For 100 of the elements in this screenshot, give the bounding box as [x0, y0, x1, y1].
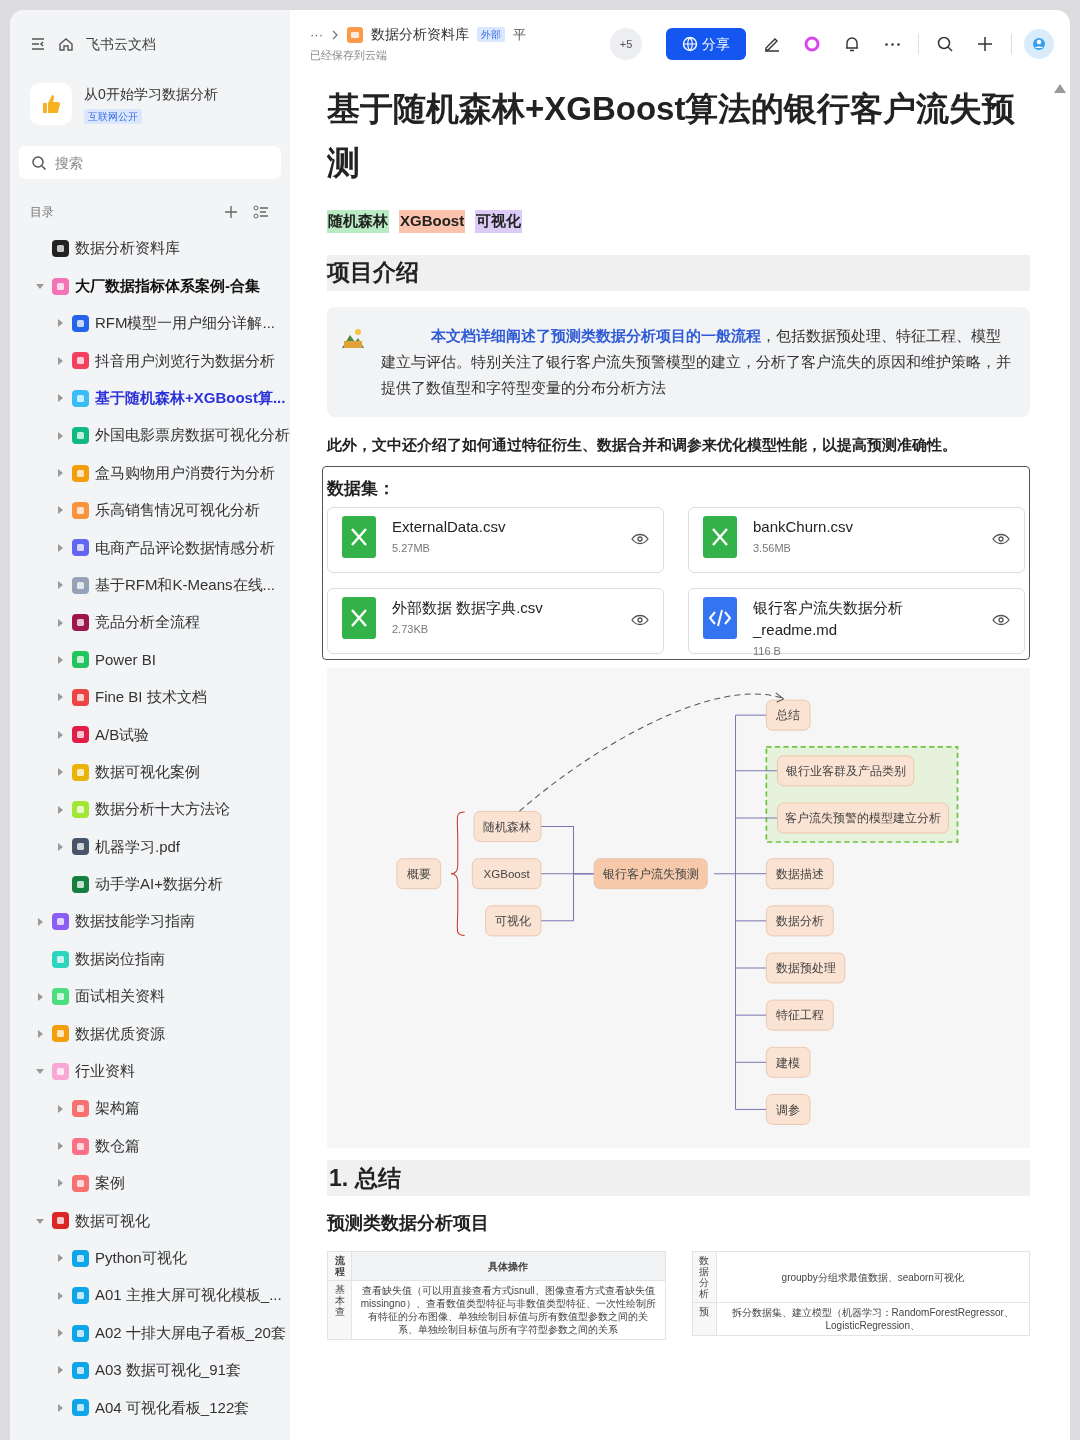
tree-item[interactable]: 竞品分析全流程 [10, 603, 290, 642]
plus-icon [976, 35, 994, 53]
tag: XGBoost [399, 210, 466, 233]
tree-item[interactable]: 架构篇 [10, 1090, 290, 1128]
file-size: 2.73KB [392, 622, 430, 637]
connector-line [735, 1061, 767, 1063]
file-card[interactable]: bankChurn.csv 3.56MB [688, 507, 1025, 573]
collaborators-button[interactable]: +5 [610, 28, 642, 60]
eye-icon [631, 533, 649, 545]
table-cell: 预 [692, 1303, 717, 1335]
tree-item[interactable]: 数据可视化案例 [10, 753, 290, 791]
spreadsheet-icon [703, 516, 737, 558]
tree-item[interactable]: 行业资料 [10, 1052, 290, 1090]
tree-item[interactable]: RFM模型一用户细分详解... [10, 304, 290, 343]
section-heading: 1. 总结 [327, 1160, 1030, 1196]
tree-item[interactable]: 面试相关资料 [10, 977, 290, 1016]
tree-item[interactable]: 乐高销售情况可视化分析 [10, 491, 290, 530]
table-cell-text: groupby分组求最值数据、seaborn可视化 [780, 1270, 965, 1285]
bell-icon [843, 35, 861, 53]
space-title: 从0开始学习数据分析 [84, 85, 218, 104]
save-status: 已经保存到云端 [310, 48, 388, 64]
file-card[interactable]: 银行客户流失数据分析_readme.md 116 B [688, 588, 1025, 654]
connector-line [735, 920, 767, 922]
more-icon [884, 42, 900, 46]
list-icon [253, 204, 269, 220]
spreadsheet-icon [342, 597, 376, 639]
home-icon [58, 36, 74, 52]
tree-item[interactable]: 数据岗位指南 [10, 940, 290, 978]
callout-text: 本文档详细阐述了预测类数据分析项目的一般流程，包括数据预处理、特征工程、模型建立与评估。特别关注了银行客户流失预警模型的建立，分析了客户流失的原因和维护策略，并提供了数值型和字符型变量的分布分析方法 [381, 325, 1012, 398]
tree-item[interactable]: 数据分析十大方法论 [10, 790, 290, 829]
tree-item[interactable]: Python可视化 [10, 1239, 290, 1277]
file-name: bankChurn.csv [753, 517, 855, 537]
more-breadcrumb-button[interactable]: ··· [310, 25, 323, 45]
tree-item[interactable]: A03 数据可视化_91套 [10, 1351, 290, 1390]
tree-item[interactable]: 大厂数据指标体系案例-合集 [10, 267, 290, 305]
file-name: 外部数据 数据字典.csv [392, 598, 544, 618]
tree-item[interactable]: 电商产品评论数据情感分析 [10, 529, 290, 567]
external-badge: 外部 [477, 27, 505, 43]
file-card[interactable]: ExternalData.csv 5.27MB [327, 507, 664, 573]
sidebar-toggle-icon [30, 36, 46, 52]
tree-item[interactable]: 数据优质资源 [10, 1015, 290, 1053]
tree-item[interactable]: A02 十排大屏电子看板_20套 [10, 1314, 290, 1352]
section-heading: 项目介绍 [327, 254, 1030, 291]
share-button[interactable]: 分享 [666, 28, 746, 60]
eye-icon [992, 614, 1010, 626]
tree-item[interactable]: 数据可视化 [10, 1202, 290, 1240]
table-cell-text: 具体操作 [487, 1259, 530, 1274]
tag: 可视化 [475, 210, 523, 233]
globe-icon [682, 36, 698, 52]
spreadsheet-icon [342, 516, 376, 558]
tree-item[interactable]: Fine BI 技术文档 [10, 678, 290, 717]
mind-map-node: XGBoost [471, 858, 542, 890]
add-button[interactable] [222, 203, 240, 221]
file-size: 5.27MB [392, 541, 431, 556]
tree-item[interactable]: 抖音用户浏览行为数据分析 [10, 342, 290, 380]
tree-item[interactable]: 基于随机森林+XGBoost算... [10, 379, 290, 417]
tree-item[interactable]: 数据分析资料库 [10, 230, 290, 268]
tree-item[interactable]: 数据技能学习指南 [10, 903, 290, 941]
tree-item[interactable]: 数仓篇 [10, 1127, 290, 1165]
folder-icon [347, 26, 363, 43]
tree-item[interactable]: 案例 [10, 1164, 290, 1203]
mind-map-node: 数据预处理 [765, 952, 846, 984]
search-icon [31, 155, 47, 171]
connector-line [735, 967, 767, 969]
tree-item[interactable]: Power BI [10, 641, 290, 679]
pin-button[interactable]: 平 [513, 25, 526, 45]
sub-heading: 预测类数据分析项目 [327, 1212, 490, 1235]
list-options-button[interactable] [252, 203, 270, 221]
table-cell: 数据分析 [692, 1252, 717, 1302]
code-file-icon [703, 597, 737, 639]
breadcrumb-link[interactable]: 数据分析资料库 [371, 24, 469, 46]
summary-paragraph: 此外，文中还介绍了如何通过特征衍生、数据合并和调参来优化模型性能，以提高预测准确性。 [327, 434, 958, 455]
file-name: ExternalData.csv [392, 517, 507, 537]
file-name: 银行客户流失数据分析_readme.md [753, 598, 904, 640]
table-cell: 基本查 [328, 1281, 352, 1339]
tree-item[interactable]: 机器学习.pdf [10, 828, 290, 866]
tree-item[interactable]: 基于RFM和K-Means在线... [10, 566, 290, 604]
avatar-button[interactable] [1024, 29, 1054, 59]
table-cell: 流程 [328, 1252, 352, 1280]
tree-item[interactable]: A/B试验 [10, 716, 290, 754]
dataset-label: 数据集： [327, 478, 396, 501]
person-icon [1031, 36, 1047, 52]
mind-map-node: 总结 [765, 699, 811, 731]
eye-icon [992, 533, 1010, 545]
file-card[interactable]: 外部数据 数据字典.csv 2.73KB [327, 588, 664, 654]
search-field[interactable]: 搜索 [19, 146, 281, 179]
connector-line [735, 770, 778, 772]
space-icon [30, 83, 72, 125]
tree-item[interactable]: 盒马购物用户消费行为分析 [10, 454, 290, 492]
mind-map-node: 概要 [396, 858, 442, 890]
eye-icon [631, 614, 649, 626]
ring-icon [803, 35, 821, 53]
mind-map-node: 数据分析 [765, 905, 834, 937]
tree-item[interactable]: 动手学AI+数据分析 [10, 865, 290, 904]
mind-map-node: 可视化 [485, 905, 542, 937]
tree-item[interactable]: A01 主推大屏可视化模板_... [10, 1276, 290, 1315]
landscape-icon [341, 326, 365, 349]
tree-item[interactable]: A04 可视化看板_122套 [10, 1389, 290, 1427]
tree-item[interactable]: 外国电影票房数据可视化分析 [10, 416, 290, 455]
mind-map-node: 调参 [765, 1094, 811, 1125]
